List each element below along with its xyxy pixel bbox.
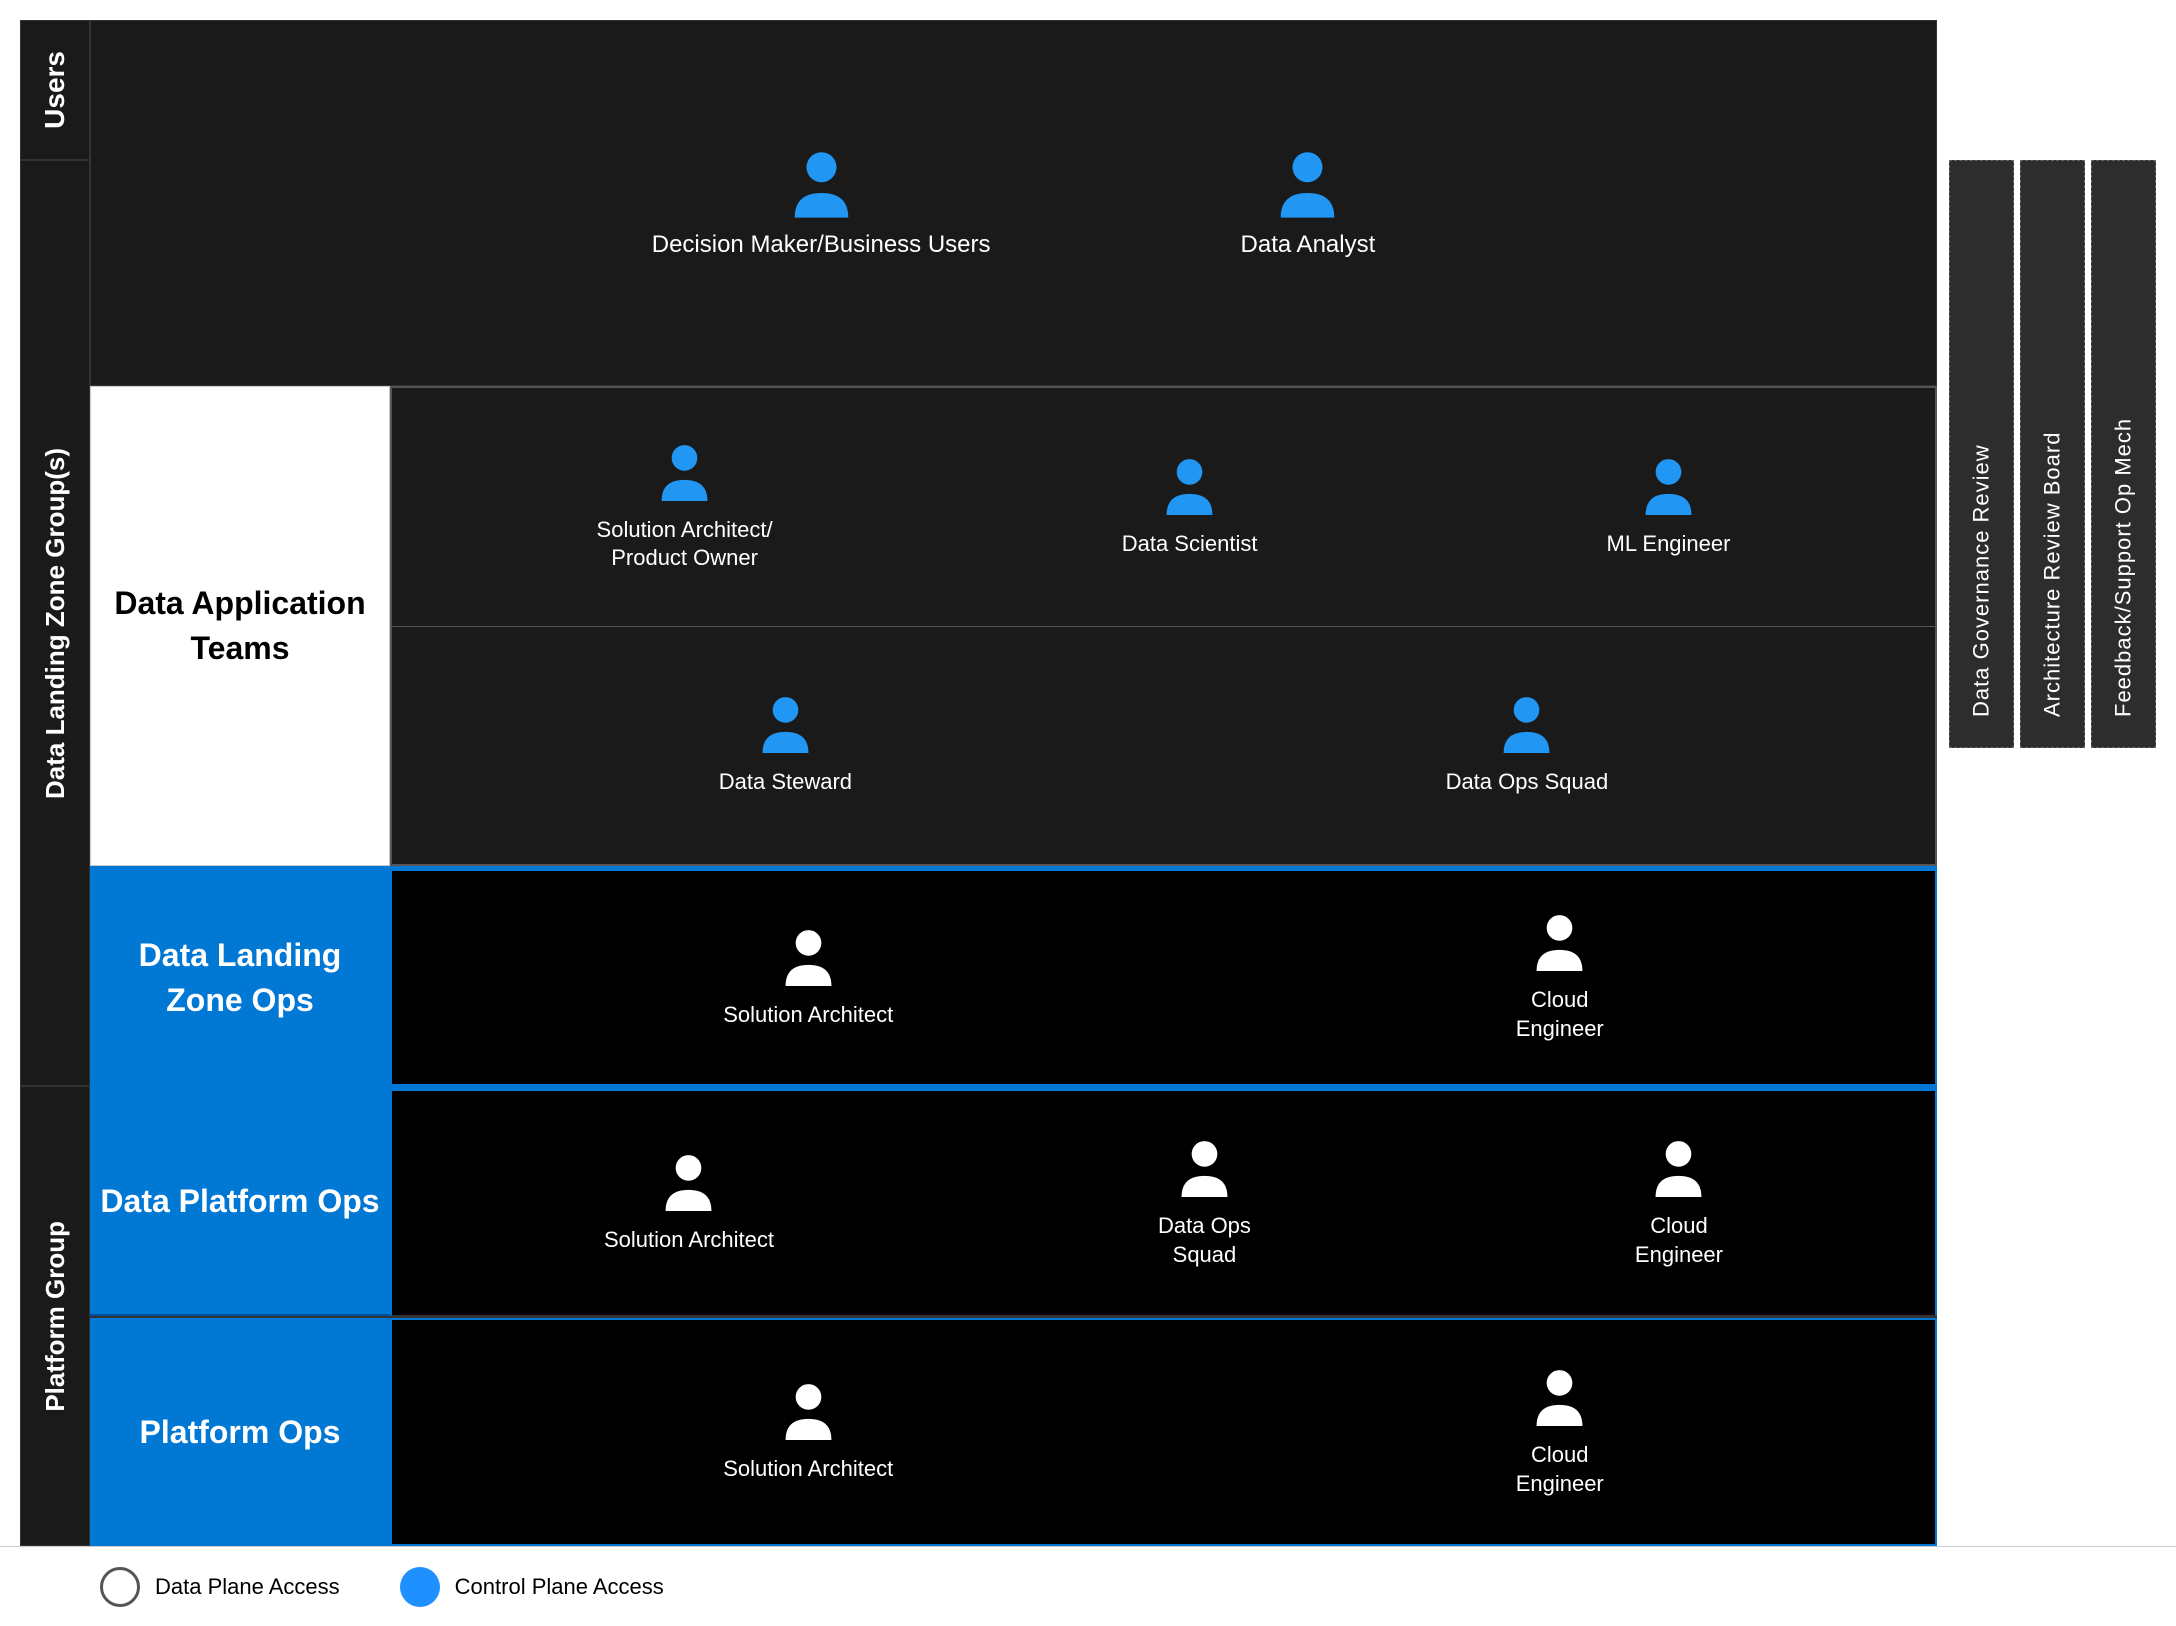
data-scientist-icon [1162,455,1217,520]
data-platform-ops-label: Data Platform Ops [90,1089,390,1316]
ml-engineer-icon [1641,455,1696,520]
data-governance-text: Data Governance Review [1969,444,1995,717]
lzo-solution-architect-icon [781,926,836,991]
dpo-data-ops-label: Data OpsSquad [1158,1212,1251,1269]
legend-control-plane: Control Plane Access [400,1567,664,1607]
po-solution-architect-figure: Solution Architect [723,1380,893,1484]
data-platform-ops-row: Data Platform Ops Solution Architect [90,1086,1937,1316]
left-column-labels: Users Data Landing Zone Group(s) Platfor… [20,20,90,1546]
platform-ops-label: Platform Ops [90,1318,390,1546]
dpo-solution-architect-label: Solution Architect [604,1226,774,1255]
dat-label-text: Data Application Teams [91,571,389,681]
platform-group-section: Data Platform Ops Solution Architect [90,1086,1937,1546]
dpo-cloud-engineer-label: CloudEngineer [1635,1212,1723,1269]
lzo-solution-architect-label: Solution Architect [723,1001,893,1030]
platform-group-label: Platform Group [20,1086,90,1546]
dat-top-row: Solution Architect/Product Owner Data Sc… [392,388,1935,627]
lz-label-text: Data Landing Zone Group(s) [40,448,71,799]
dat-bottom-row: Data Steward Data Ops Squad [392,627,1935,865]
po-solution-architect-icon [781,1380,836,1445]
decision-maker-label: Decision Maker/Business Users [652,231,991,259]
dpo-cloud-engineer-icon [1651,1137,1706,1202]
ml-engineer-figure: ML Engineer [1607,455,1731,559]
dpo-data-ops-icon [1177,1137,1232,1202]
lzo-cloud-engineer-figure: CloudEngineer [1516,911,1604,1043]
data-steward-figure: Data Steward [719,693,852,797]
plat-label-text: Platform Group [40,1221,71,1412]
center-content: Decision Maker/Business Users Data Analy… [90,20,1937,1546]
dpo-solution-architect-figure: Solution Architect [604,1151,774,1255]
po-cloud-engineer-figure: CloudEngineer [1516,1366,1604,1498]
control-plane-icon [400,1567,440,1607]
solution-architect-figure: Solution Architect/Product Owner [597,441,773,573]
landing-zone-group-label: Data Landing Zone Group(s) [20,160,90,1086]
data-plane-icon [100,1567,140,1607]
lzo-cloud-engineer-label: CloudEngineer [1516,986,1604,1043]
diagram-area: Users Data Landing Zone Group(s) Platfor… [0,0,2176,1546]
data-analyst-label: Data Analyst [1241,231,1376,259]
dpo-data-ops-figure: Data OpsSquad [1158,1137,1251,1269]
control-plane-label: Control Plane Access [455,1574,664,1600]
data-analyst-icon [1275,148,1340,223]
solution-architect-label: Solution Architect/Product Owner [597,516,773,573]
main-container: Users Data Landing Zone Group(s) Platfor… [0,0,2176,1626]
dpo-label-text: Data Platform Ops [90,1169,389,1234]
data-plane-label: Data Plane Access [155,1574,340,1600]
data-platform-ops-content: Solution Architect Data OpsSquad [390,1089,1937,1316]
platform-ops-content: Solution Architect CloudEngineer [390,1318,1937,1546]
po-cloud-engineer-label: CloudEngineer [1516,1441,1604,1498]
legend-area: Data Plane Access Control Plane Access [0,1546,2176,1626]
lzo-solution-architect-figure: Solution Architect [723,926,893,1030]
landing-zone-ops-content: Solution Architect CloudEngineer [390,869,1937,1086]
platform-ops-row: Platform Ops Solution Architect [90,1316,1937,1546]
user-decision-maker: Decision Maker/Business Users [652,148,991,259]
users-section-label: Users [20,20,90,160]
data-steward-icon [758,693,813,758]
data-scientist-figure: Data Scientist [1122,455,1258,559]
data-governance-label: Data Governance Review [1949,160,2014,748]
feedback-support-text: Feedback/Support Op Mech [2111,418,2137,717]
landing-zone-ops-label: Data Landing Zone Ops [90,869,390,1086]
landing-zone-group-section: Data Application Teams Solution Architec… [90,386,1937,1086]
data-scientist-label: Data Scientist [1122,530,1258,559]
data-application-teams-label: Data Application Teams [90,386,390,866]
dpo-cloud-engineer-figure: CloudEngineer [1635,1137,1723,1269]
dat-data-ops-figure: Data Ops Squad [1446,693,1609,797]
lzo-label-text: Data Landing Zone Ops [90,923,390,1033]
architecture-review-label: Architecture Review Board [2020,160,2085,748]
po-cloud-engineer-icon [1532,1366,1587,1431]
decision-maker-icon [789,148,854,223]
solution-architect-icon [657,441,712,506]
user-data-analyst: Data Analyst [1241,148,1376,259]
landing-zone-ops-row: Data Landing Zone Ops Solution Architect [90,866,1937,1086]
legend-data-plane: Data Plane Access [100,1567,340,1607]
users-row: Decision Maker/Business Users Data Analy… [90,20,1937,386]
po-solution-architect-label: Solution Architect [723,1455,893,1484]
lzo-cloud-engineer-icon [1532,911,1587,976]
po-label-text: Platform Ops [130,1400,351,1465]
right-vertical-labels: Data Governance Review Architecture Revi… [1937,20,2156,1546]
dat-data-ops-icon [1499,693,1554,758]
dpo-solution-architect-icon [661,1151,716,1216]
feedback-support-label: Feedback/Support Op Mech [2091,160,2156,748]
data-application-teams-row: Data Application Teams Solution Architec… [90,386,1937,866]
data-steward-label: Data Steward [719,768,852,797]
ml-engineer-label: ML Engineer [1607,530,1731,559]
data-application-teams-content: Solution Architect/Product Owner Data Sc… [390,386,1937,866]
users-label-text: Users [39,51,71,129]
dat-data-ops-label: Data Ops Squad [1446,768,1609,797]
architecture-review-text: Architecture Review Board [2040,432,2066,717]
